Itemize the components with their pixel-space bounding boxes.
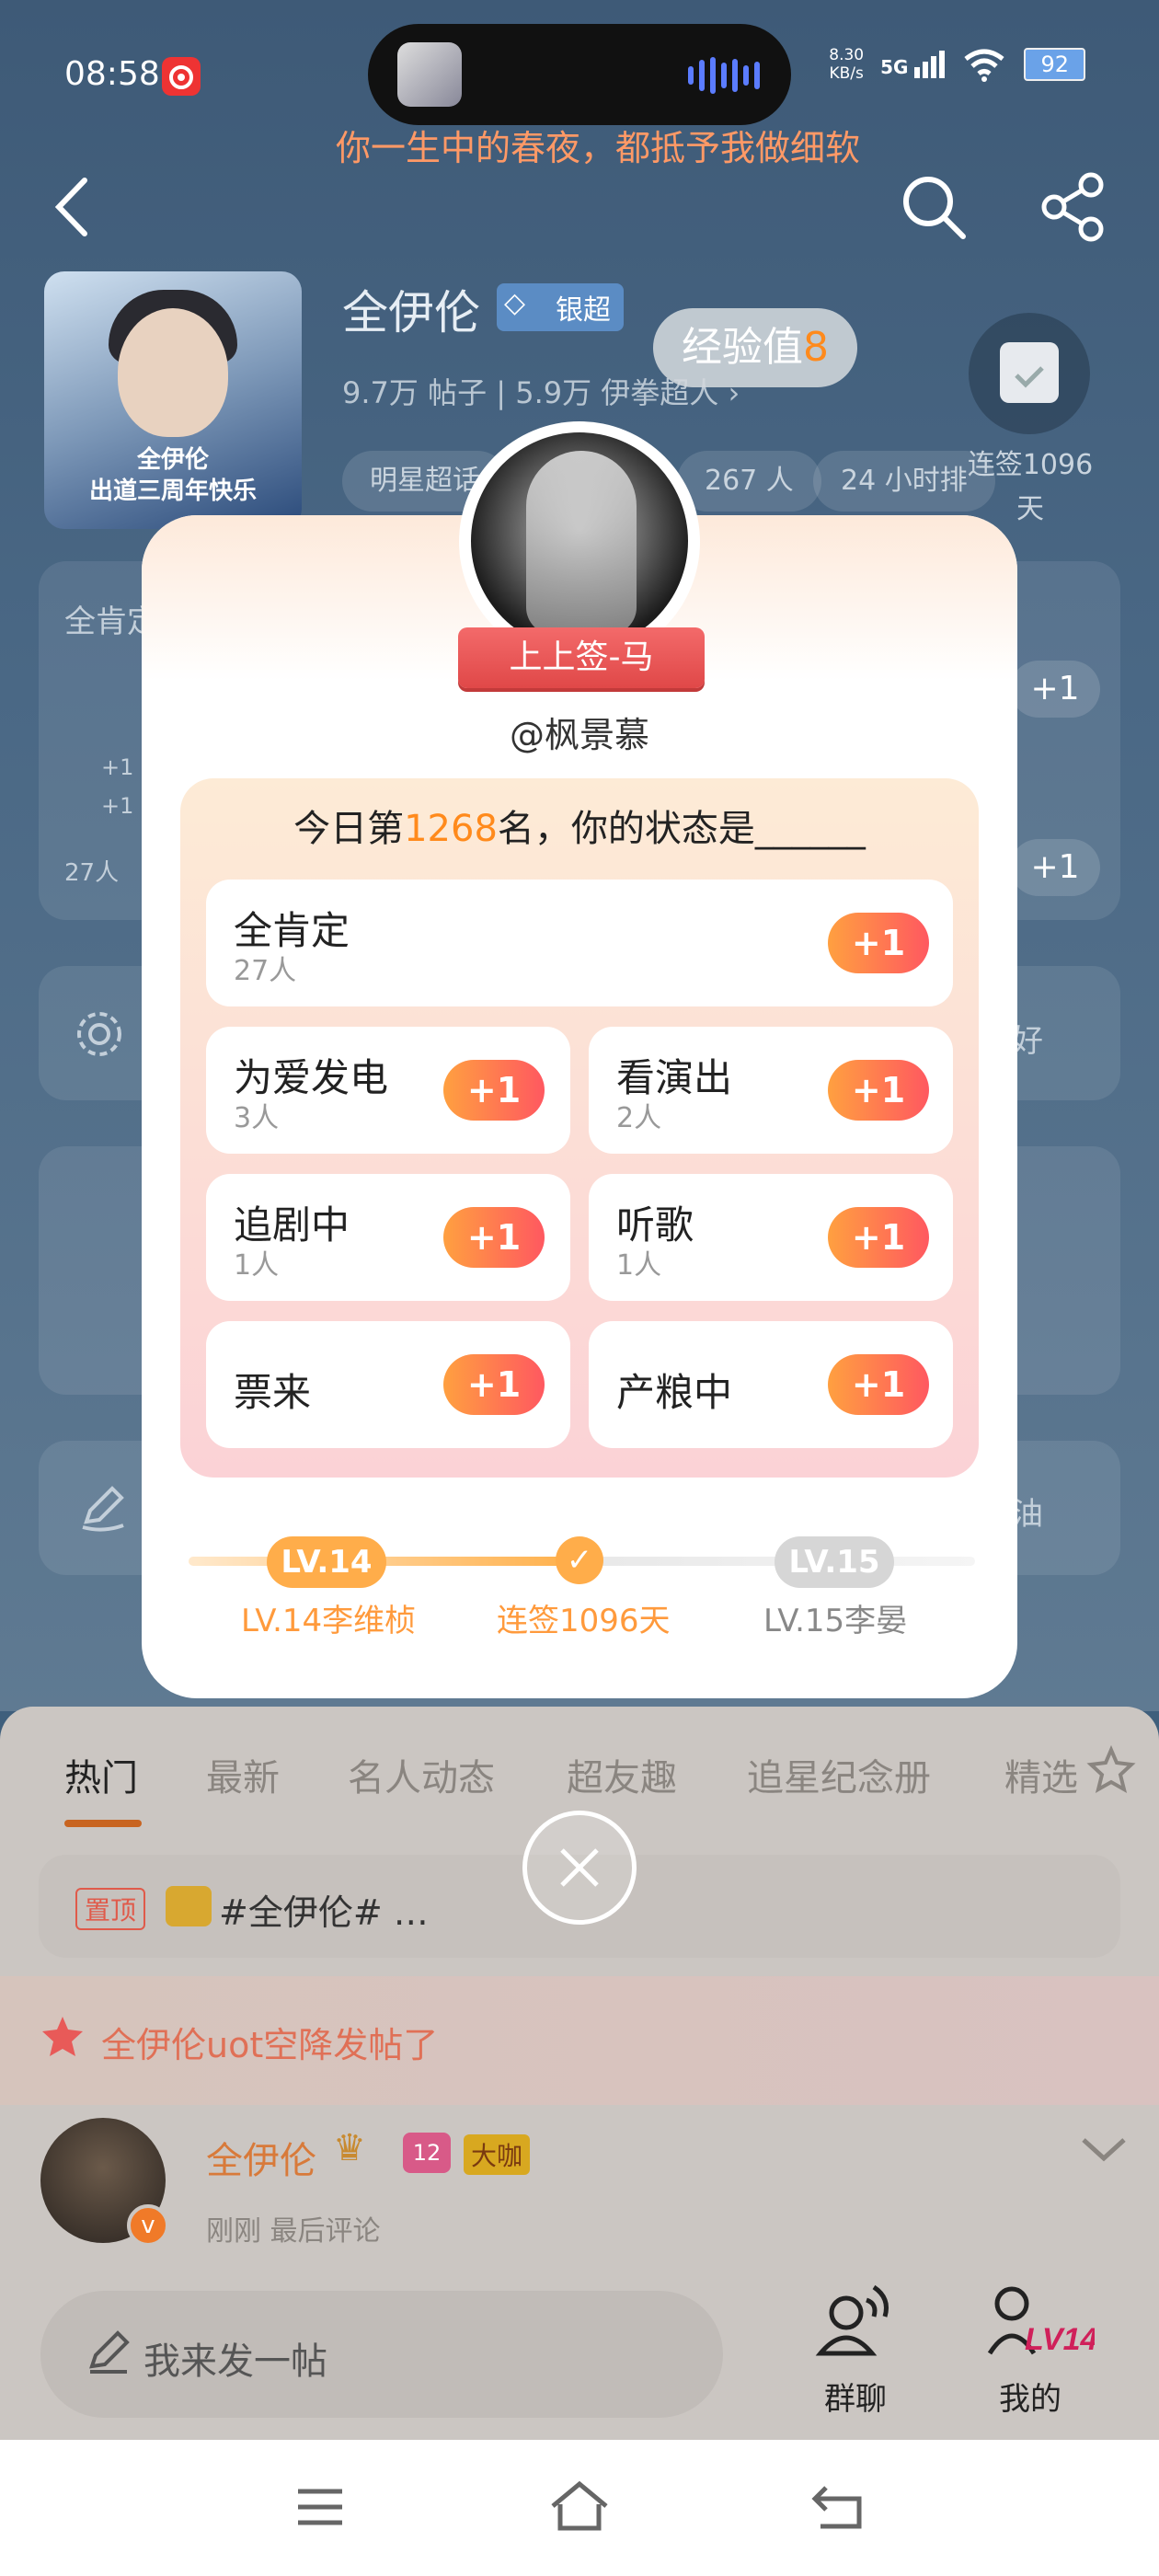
group-chat-label[interactable]: 群聊 xyxy=(809,2374,901,2419)
checkin-button[interactable] xyxy=(969,313,1090,434)
now-playing-lyric: 你一生中的春夜，都抵予我做细软 xyxy=(335,128,860,168)
plus-one-button[interactable]: +1 xyxy=(443,1207,545,1268)
status-icons: 8.30 KB/s 5G 92 xyxy=(829,46,1085,83)
plus-one-button[interactable]: +1 xyxy=(828,913,929,973)
mood-option-creating[interactable]: 产粮中 +1 xyxy=(589,1321,953,1448)
battery-indicator: 92 xyxy=(1024,48,1085,81)
status-time: 08:58 xyxy=(64,55,160,93)
nav-back-icon[interactable] xyxy=(808,2480,866,2532)
mood-option-full-affirm[interactable]: 全肯定 27人 +1 xyxy=(206,880,953,1006)
topic-name: 全伊伦 xyxy=(342,286,480,339)
tab-hot[interactable]: 热门 xyxy=(64,1748,138,1801)
tab-latest[interactable]: 最新 xyxy=(206,1748,280,1801)
mood-option-power[interactable]: 为爱发电 3人 +1 xyxy=(206,1027,570,1154)
topic-avatar[interactable]: 全伊伦 出道三周年快乐 xyxy=(44,271,302,529)
plus-one-button[interactable]: +1 xyxy=(443,1060,545,1121)
next-level-pill: LV.15 xyxy=(775,1536,894,1588)
next-level-label: LV.15李晏 xyxy=(763,1603,908,1639)
check-icon: ✓ xyxy=(556,1536,603,1584)
mood-option-drama[interactable]: 追剧中 1人 +1 xyxy=(206,1174,570,1301)
exp-bubble: 经验值8 xyxy=(653,308,857,387)
group-chat-icon[interactable] xyxy=(813,2280,896,2363)
netease-music-icon xyxy=(162,57,201,96)
profile-icon[interactable]: LV14 xyxy=(984,2280,1095,2363)
verified-icon: v xyxy=(127,2204,169,2247)
notice-text: 全伊伦uot空降发帖了 xyxy=(101,2025,439,2065)
post-author-avatar[interactable]: v xyxy=(40,2118,169,2247)
tab-featured[interactable]: 精选 xyxy=(1004,1748,1078,1801)
wifi-icon xyxy=(964,49,1005,82)
active-tab-indicator xyxy=(64,1820,142,1827)
album-art-thumb xyxy=(397,42,462,107)
tab-more-icon[interactable] xyxy=(1085,1744,1137,1796)
silver-super-badge[interactable]: ◇ 银超 xyxy=(497,283,624,331)
mood-option-tickets[interactable]: 票来 +1 xyxy=(206,1321,570,1448)
current-level-pill: LV.14 xyxy=(267,1536,386,1588)
post-author-name[interactable]: 全伊伦 xyxy=(206,2131,316,2184)
chevron-down-icon[interactable] xyxy=(1076,2131,1131,2168)
diamond-icon: ◇ xyxy=(504,287,526,319)
mine-label[interactable]: 我的 xyxy=(984,2374,1076,2419)
fist-icon xyxy=(166,1886,212,1926)
mood-option-concert[interactable]: 看演出 2人 +1 xyxy=(589,1027,953,1154)
share-icon[interactable] xyxy=(1039,170,1108,244)
svg-text:LV14: LV14 xyxy=(1025,2322,1095,2357)
gear-icon xyxy=(77,1012,121,1056)
plus-one-button[interactable]: +1 xyxy=(828,1060,929,1121)
tab-celebrity[interactable]: 名人动态 xyxy=(348,1748,495,1801)
pinned-badge: 置顶 xyxy=(75,1888,146,1930)
pinned-text: #全伊伦# … xyxy=(219,1892,429,1933)
tab-memory[interactable]: 追星纪念册 xyxy=(747,1748,931,1801)
plus-one-button[interactable]: +1 xyxy=(828,1207,929,1268)
signal-icon: 5G xyxy=(880,51,946,78)
compose-placeholder: 我来发一帖 xyxy=(143,2340,327,2383)
level-gem-badge: 12 xyxy=(403,2133,451,2173)
close-icon xyxy=(560,1848,599,1887)
search-icon[interactable] xyxy=(897,170,970,244)
back-arrow-icon[interactable] xyxy=(46,175,101,239)
edit-icon xyxy=(82,1486,124,1532)
tab-fun[interactable]: 超友趣 xyxy=(567,1748,677,1801)
user-avatar[interactable] xyxy=(471,432,688,650)
net-speed: 8.30 KB/s xyxy=(829,46,865,83)
bg-card-people: 27人 xyxy=(64,859,120,887)
pencil-icon xyxy=(89,2330,130,2374)
bg-card-count-2: +1 xyxy=(101,793,134,819)
close-dialog-button[interactable] xyxy=(522,1811,637,1925)
home-icon[interactable] xyxy=(547,2478,612,2534)
fortune-ribbon: 上上签-马 xyxy=(458,627,705,688)
role-badge: 大咖 xyxy=(464,2134,531,2175)
crown-icon: ♛ xyxy=(333,2127,366,2169)
post-meta: 刚刚 最后评论 xyxy=(206,2215,381,2248)
avatar-caption: 全伊伦 出道三周年快乐 xyxy=(88,446,257,505)
streak-label: 连签1096天 xyxy=(497,1603,671,1639)
mood-title: 今日第1268名，你的状态是______ xyxy=(293,808,866,850)
tag-pill-people[interactable]: 267 人 xyxy=(677,451,821,512)
current-level-label: LV.14李维桢 xyxy=(241,1603,417,1639)
user-handle: @枫景慕 xyxy=(509,715,649,755)
calendar-check-icon xyxy=(1000,342,1059,403)
bg-plus-button: +1 xyxy=(1010,839,1100,896)
star-icon xyxy=(42,2017,83,2056)
dynamic-island-player[interactable] xyxy=(368,24,791,125)
menu-icon[interactable] xyxy=(293,2484,348,2530)
bg-card-count-1: +1 xyxy=(101,754,134,780)
plus-one-button[interactable]: +1 xyxy=(443,1354,545,1415)
audio-wave-icon xyxy=(688,57,760,94)
mood-option-music[interactable]: 听歌 1人 +1 xyxy=(589,1174,953,1301)
plus-one-button[interactable]: +1 xyxy=(828,1354,929,1415)
